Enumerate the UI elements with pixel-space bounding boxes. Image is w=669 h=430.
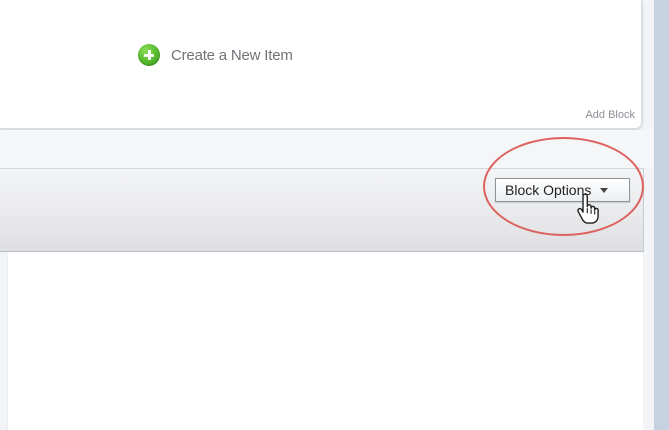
create-new-item-link[interactable]: Create a New Item bbox=[138, 43, 293, 67]
add-block-link[interactable]: Add Block bbox=[585, 109, 635, 121]
block-options-button[interactable]: Block Options bbox=[495, 178, 630, 202]
chevron-down-icon bbox=[600, 188, 609, 193]
section-gap bbox=[0, 130, 654, 168]
window-right-border bbox=[654, 0, 669, 430]
create-new-item-label: Create a New Item bbox=[171, 46, 293, 64]
block-options-label: Block Options bbox=[505, 182, 592, 198]
plus-circle-icon bbox=[138, 44, 160, 66]
screen: Create a New Item Add Block Block Option… bbox=[0, 0, 669, 430]
top-content-card: Create a New Item Add Block bbox=[0, 0, 642, 129]
block-content-area bbox=[7, 252, 643, 430]
